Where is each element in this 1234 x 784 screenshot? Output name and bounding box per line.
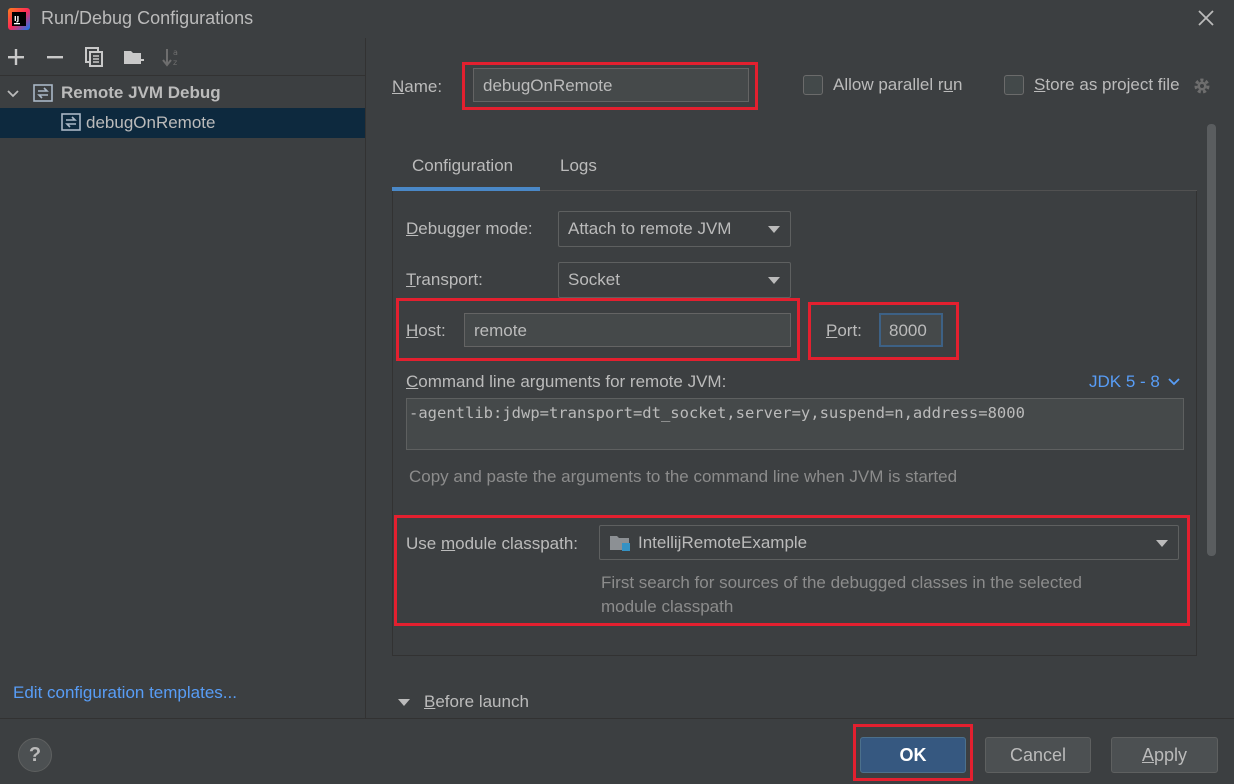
close-icon[interactable] [1193, 5, 1219, 31]
module-label-mnemonic: m [440, 534, 456, 553]
debugger-mode-dropdown[interactable]: Attach to remote JVM [558, 211, 791, 247]
window-title: Run/Debug Configurations [41, 8, 254, 28]
tree-item-label: debugOnRemote [86, 113, 216, 132]
store-project-text: tore as project file [1045, 75, 1180, 94]
port-label: Port: [826, 321, 862, 341]
transport-dropdown[interactable]: Socket [558, 262, 791, 298]
help-button[interactable]: ? [18, 738, 52, 772]
intellij-idea-icon: IJ [8, 8, 30, 30]
store-as-project-file-checkbox[interactable] [1004, 75, 1024, 95]
allow-parallel-run-label: Allow parallel run [833, 75, 962, 95]
command-line-hint: Copy and paste the arguments to the comm… [409, 467, 958, 486]
collapse-triangle-icon[interactable] [397, 697, 411, 709]
remove-icon[interactable] [44, 46, 66, 68]
configurations-sidebar [0, 38, 366, 718]
store-as-project-file-label: Store as project file [1034, 75, 1180, 95]
tree-item-remote-jvm-debug[interactable]: Remote JVM Debug [0, 80, 365, 108]
ok-button[interactable]: OK [860, 737, 966, 773]
allow-parallel-run-checkbox[interactable] [803, 75, 823, 95]
edit-configuration-templates-link[interactable]: Edit configuration templates... [13, 683, 237, 703]
copy-icon[interactable] [83, 46, 105, 68]
dropdown-arrow-icon [768, 226, 780, 233]
tab-configuration[interactable]: Configuration [412, 156, 513, 176]
svg-text:z: z [173, 58, 177, 67]
command-line-label: Command line arguments for remote JVM: [406, 372, 726, 392]
add-icon[interactable] [5, 46, 27, 68]
svg-text:IJ: IJ [14, 15, 19, 23]
before-launch-text: efore launch [435, 692, 529, 711]
before-launch-mnemonic: B [424, 692, 436, 711]
transport-text: ransport: [415, 270, 483, 289]
apply-text: pply [1153, 745, 1188, 765]
module-value: IntellijRemoteExample [638, 533, 808, 552]
module-hint-line-2: module classpath [601, 597, 734, 616]
module-label-text: Use [406, 534, 441, 553]
host-text: ost: [418, 321, 446, 340]
tab-logs[interactable]: Logs [560, 156, 597, 176]
sidebar-toolbar: a z [0, 38, 366, 76]
name-label-mnemonic: N [392, 77, 405, 96]
debugger-mode-value: Attach to remote JVM [568, 219, 732, 238]
tree-item-label: Remote JVM Debug [61, 83, 221, 102]
dropdown-arrow-icon [1156, 540, 1168, 547]
chevron-down-icon[interactable] [6, 87, 20, 101]
remote-debug-icon [61, 113, 81, 131]
transport-value: Socket [568, 270, 620, 289]
name-label: Name: [392, 77, 442, 97]
remote-debug-icon [33, 84, 53, 102]
module-label-text-end: odule classpath: [455, 534, 579, 553]
sort-alpha-icon[interactable]: a z [161, 46, 183, 68]
chevron-down-icon [1167, 378, 1180, 386]
module-classpath-dropdown[interactable]: IntellijRemoteExample [599, 525, 1179, 560]
port-input[interactable]: 8000 [879, 313, 943, 347]
host-input[interactable]: remote [464, 313, 791, 347]
name-label-text: ame: [404, 77, 443, 96]
command-line-text: ommand line arguments for remote JVM: [418, 372, 727, 391]
tree-item-debug-on-remote[interactable]: debugOnRemote [0, 108, 365, 138]
store-project-mnemonic: S [1034, 75, 1046, 94]
module-classpath-label: Use module classpath: [406, 534, 578, 554]
apply-button[interactable]: Apply [1111, 737, 1218, 773]
port-text: ort: [837, 321, 862, 340]
allow-parallel-text: Allow parallel r [833, 75, 944, 94]
debugger-mode-label: Debugger mode: [406, 219, 533, 239]
host-mnemonic: H [406, 321, 419, 340]
scrollbar[interactable] [1207, 124, 1216, 556]
svg-text:a: a [173, 48, 178, 57]
allow-parallel-mnemonic: u [943, 75, 954, 94]
debugger-mode-text: ebugger mode: [418, 219, 533, 238]
port-mnemonic: P [826, 321, 838, 340]
module-folder-icon [610, 536, 630, 551]
jdk-version-label: JDK 5 - 8 [1089, 372, 1160, 391]
command-line-mnemonic: C [406, 372, 419, 391]
allow-parallel-text-end: n [953, 75, 963, 94]
gear-icon[interactable] [1192, 76, 1212, 96]
command-line-arguments-field[interactable]: -agentlib:jdwp=transport=dt_socket,serve… [406, 398, 1184, 450]
transport-label: Transport: [406, 270, 483, 290]
new-folder-icon[interactable] [122, 46, 144, 68]
name-input[interactable]: debugOnRemote [473, 68, 749, 102]
host-label: Host: [406, 321, 446, 341]
module-hint-line-1: First search for sources of the debugged… [601, 573, 1082, 592]
before-launch-section[interactable]: Before launch [424, 692, 529, 712]
debugger-mode-mnemonic: D [406, 219, 419, 238]
apply-mnemonic: A [1141, 745, 1154, 765]
dropdown-arrow-icon [768, 277, 780, 284]
jdk-version-selector[interactable]: JDK 5 - 8 [1089, 372, 1180, 392]
transport-mnemonic: T [406, 270, 416, 289]
cancel-button[interactable]: Cancel [985, 737, 1091, 773]
